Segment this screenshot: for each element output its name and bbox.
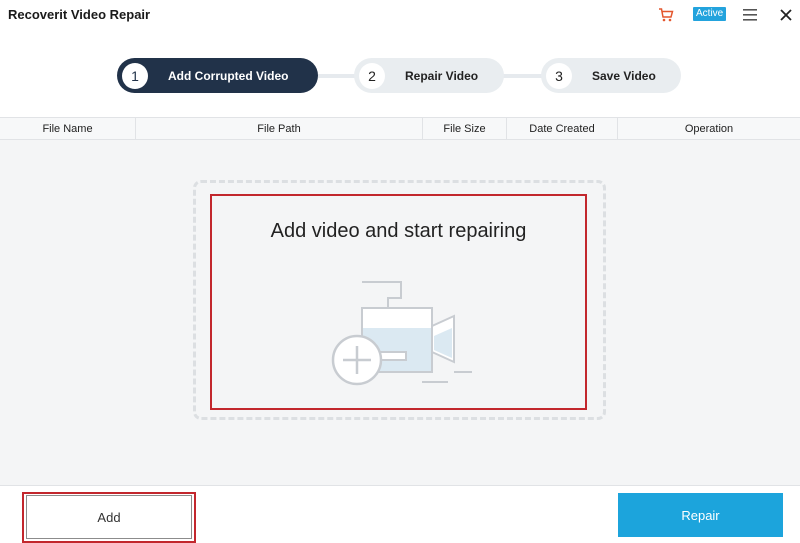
step-progress: 1 Add Corrupted Video 2 Repair Video 3 S…: [0, 58, 800, 98]
step-number: 2: [359, 62, 385, 89]
step-number: 1: [122, 62, 148, 89]
drop-zone-text: Add video and start repairing: [270, 220, 527, 242]
column-header-operation[interactable]: Operation: [618, 118, 800, 139]
step-save-video: 3 Save Video: [541, 58, 681, 93]
file-list-area: Add video and start repairing: [0, 140, 800, 485]
column-header-file-name[interactable]: File Name: [0, 118, 136, 139]
step-label: Repair Video: [405, 68, 479, 83]
cart-icon[interactable]: [656, 5, 676, 25]
step-label: Add Corrupted Video: [168, 68, 289, 83]
step-repair-video: 2 Repair Video: [354, 58, 504, 93]
step-connector: [318, 74, 358, 78]
title-bar: Recoverit Video Repair Active: [0, 0, 800, 30]
footer-bar: Add Repair: [0, 485, 800, 543]
step-connector: [500, 74, 545, 78]
app-title: Recoverit Video Repair: [8, 7, 151, 22]
step-number: 3: [546, 62, 572, 89]
column-header-file-path[interactable]: File Path: [136, 118, 423, 139]
close-icon[interactable]: [776, 5, 796, 25]
camera-add-icon: [331, 281, 472, 386]
add-video-drop-zone[interactable]: Add video and start repairing: [210, 194, 587, 410]
step-label: Save Video: [592, 68, 656, 83]
column-header-file-size[interactable]: File Size: [423, 118, 507, 139]
menu-icon[interactable]: [740, 5, 760, 25]
step-add-corrupted-video: 1 Add Corrupted Video: [117, 58, 318, 93]
repair-button[interactable]: Repair: [618, 493, 783, 537]
active-badge[interactable]: Active: [693, 7, 727, 21]
column-header-date-created[interactable]: Date Created: [507, 118, 618, 139]
add-button[interactable]: Add: [26, 495, 192, 539]
file-table-header: File Name File Path File Size Date Creat…: [0, 117, 800, 140]
